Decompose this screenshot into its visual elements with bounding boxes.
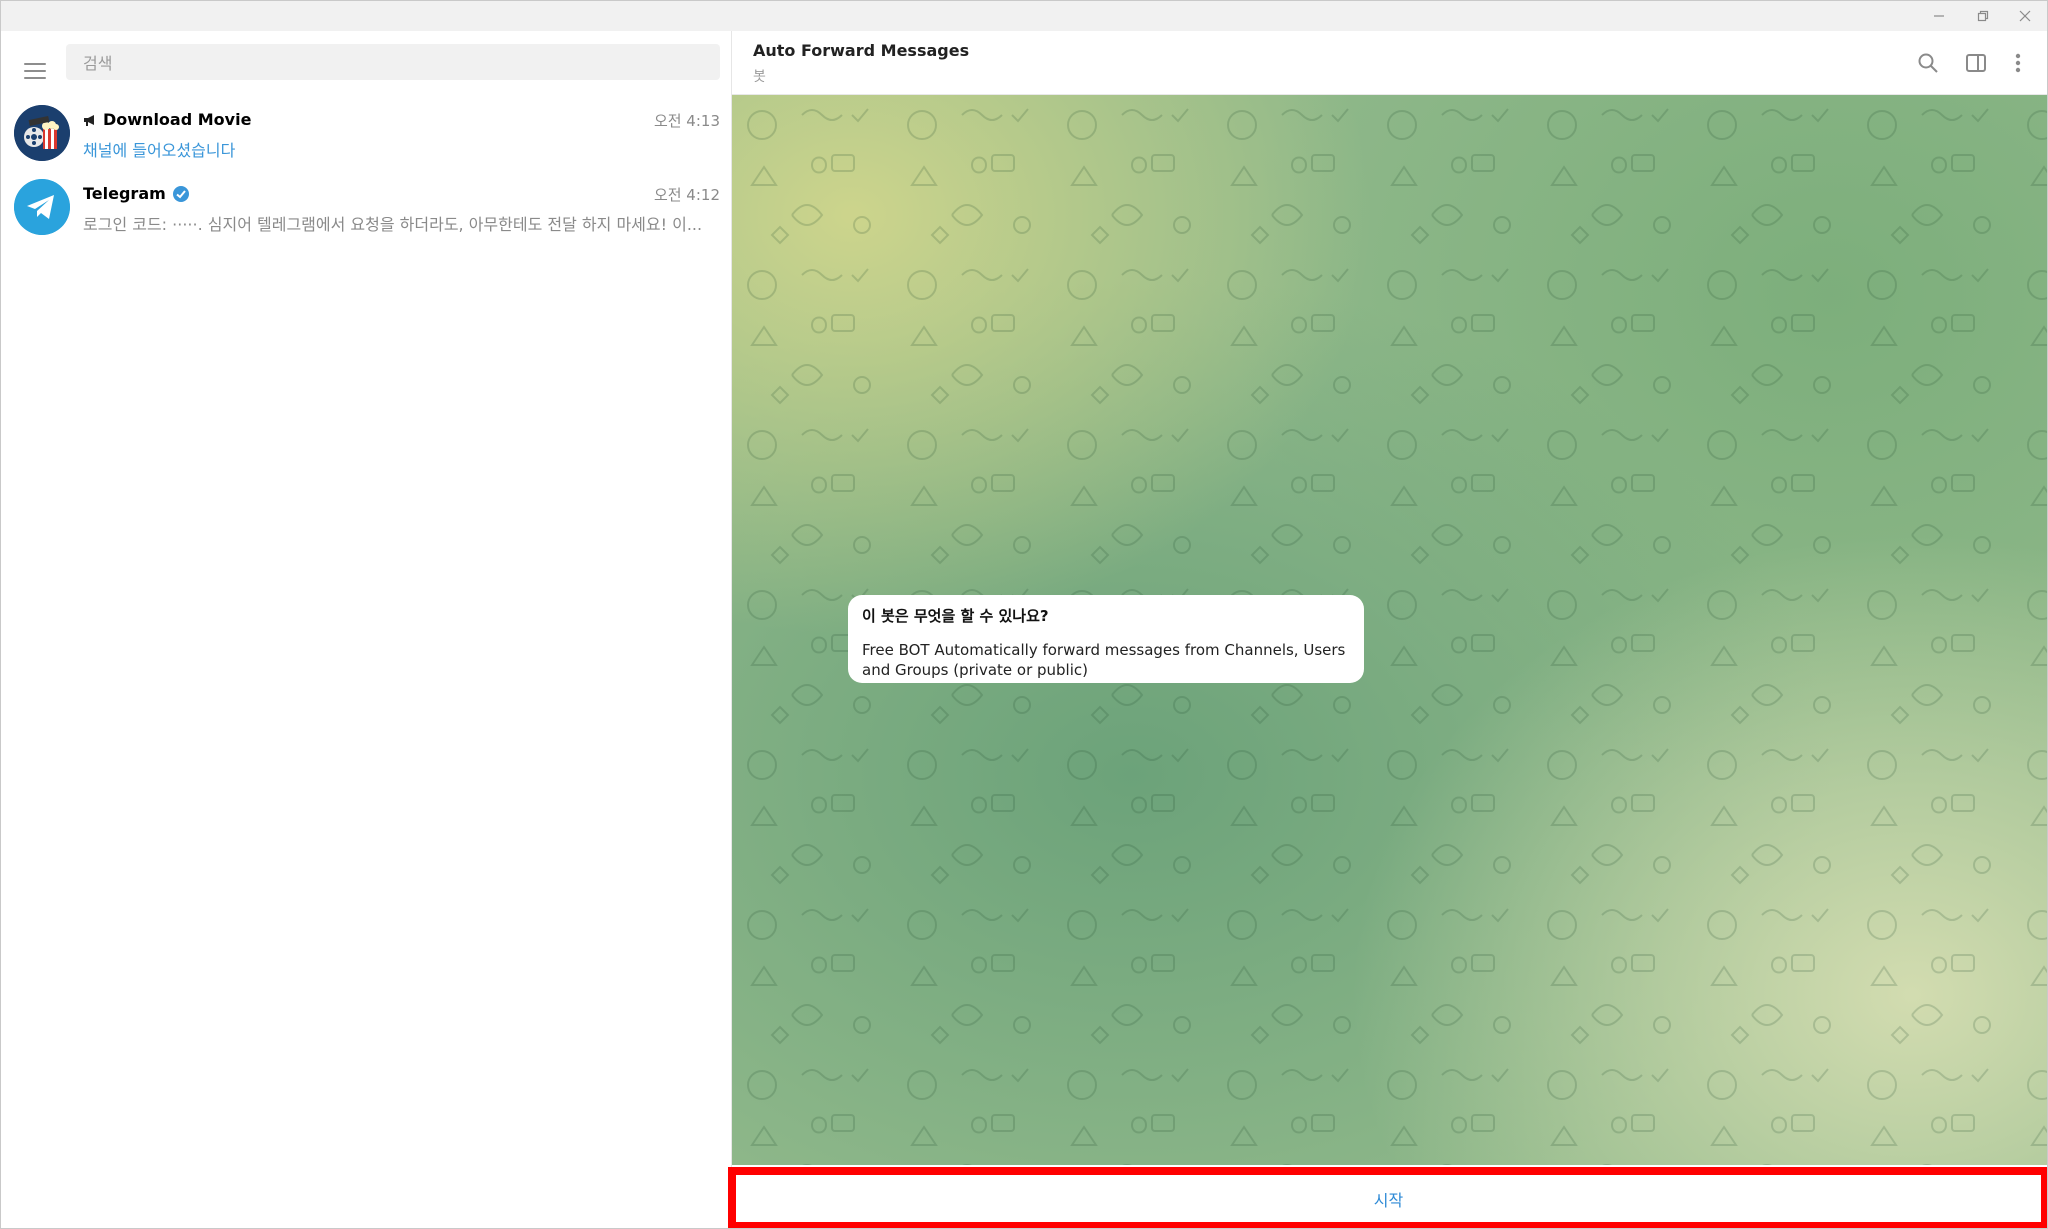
search-placeholder: 검색 [83, 54, 113, 73]
start-button-highlight: 시작 [728, 1167, 2047, 1228]
main-menu-button[interactable] [15, 51, 55, 91]
avatar [14, 105, 70, 161]
restore-icon [1977, 10, 1989, 22]
hamburger-icon [24, 63, 46, 65]
megaphone-icon [84, 114, 94, 126]
bot-info-heading: 이 봇은 무엇을 할 수 있나요? [862, 607, 1049, 625]
chat-item-telegram[interactable]: Telegram 오전 4:12 로그인 코드: ·····. 심지어 텔레그램… [1, 172, 732, 246]
chat-title: Auto Forward Messages [753, 41, 970, 60]
title-bar [1, 1, 2047, 31]
bot-info-card: 이 봇은 무엇을 할 수 있나요? Free BOT Automatically… [848, 595, 1364, 683]
more-options-button[interactable] [2002, 47, 2034, 79]
avatar [14, 179, 70, 235]
telegram-window: 검색 Download Movie 오전 4:13 채널에 들어오셨습니다 Te… [0, 0, 2048, 1229]
chat-list-panel: 검색 Download Movie 오전 4:13 채널에 들어오셨습니다 Te… [1, 31, 732, 1228]
hamburger-icon-line [24, 70, 46, 72]
chat-title-text: Download Movie [103, 110, 252, 129]
search-button[interactable] [1912, 47, 1944, 79]
bot-info-description: Free BOT Automatically forward messages … [862, 641, 1346, 679]
chat-name: Telegram [83, 184, 190, 203]
start-button[interactable]: 시작 [736, 1175, 2041, 1222]
chat-title-text: Telegram [83, 184, 166, 203]
movie-avatar-icon [14, 105, 70, 161]
chat-subtitle: 봇 [753, 69, 766, 85]
chat-header[interactable]: Auto Forward Messages 봇 [732, 31, 2047, 95]
minimize-button[interactable] [1917, 1, 1961, 31]
minimize-icon [1934, 15, 1944, 17]
chat-preview: 로그인 코드: ·····. 심지어 텔레그램에서 요청을 하더라도, 아무한테… [83, 215, 703, 234]
chat-panel: Auto Forward Messages 봇 이 봇은 무엇을 할 수 있나요… [728, 31, 2047, 1228]
chat-time: 오전 4:12 [653, 186, 720, 204]
chat-time: 오전 4:13 [653, 112, 720, 130]
chat-name: Download Movie [83, 110, 251, 129]
close-button[interactable] [2003, 1, 2047, 31]
chat-item-download-movie[interactable]: Download Movie 오전 4:13 채널에 들어오셨습니다 [1, 98, 732, 172]
chat-preview: 채널에 들어오셨습니다 [83, 141, 236, 160]
toggle-sidebar-button[interactable] [1960, 47, 1992, 79]
chat-background: 이 봇은 무엇을 할 수 있나요? Free BOT Automatically… [732, 95, 2047, 1165]
telegram-logo-icon [14, 179, 70, 235]
verified-icon [172, 185, 189, 202]
restore-button[interactable] [1961, 1, 2005, 31]
more-vertical-icon [2015, 53, 2021, 73]
search-icon [1918, 53, 1938, 73]
close-icon [2019, 10, 2031, 22]
search-input[interactable]: 검색 [66, 44, 720, 80]
sidebar-icon [1966, 54, 1986, 72]
hamburger-icon-line [24, 77, 46, 79]
